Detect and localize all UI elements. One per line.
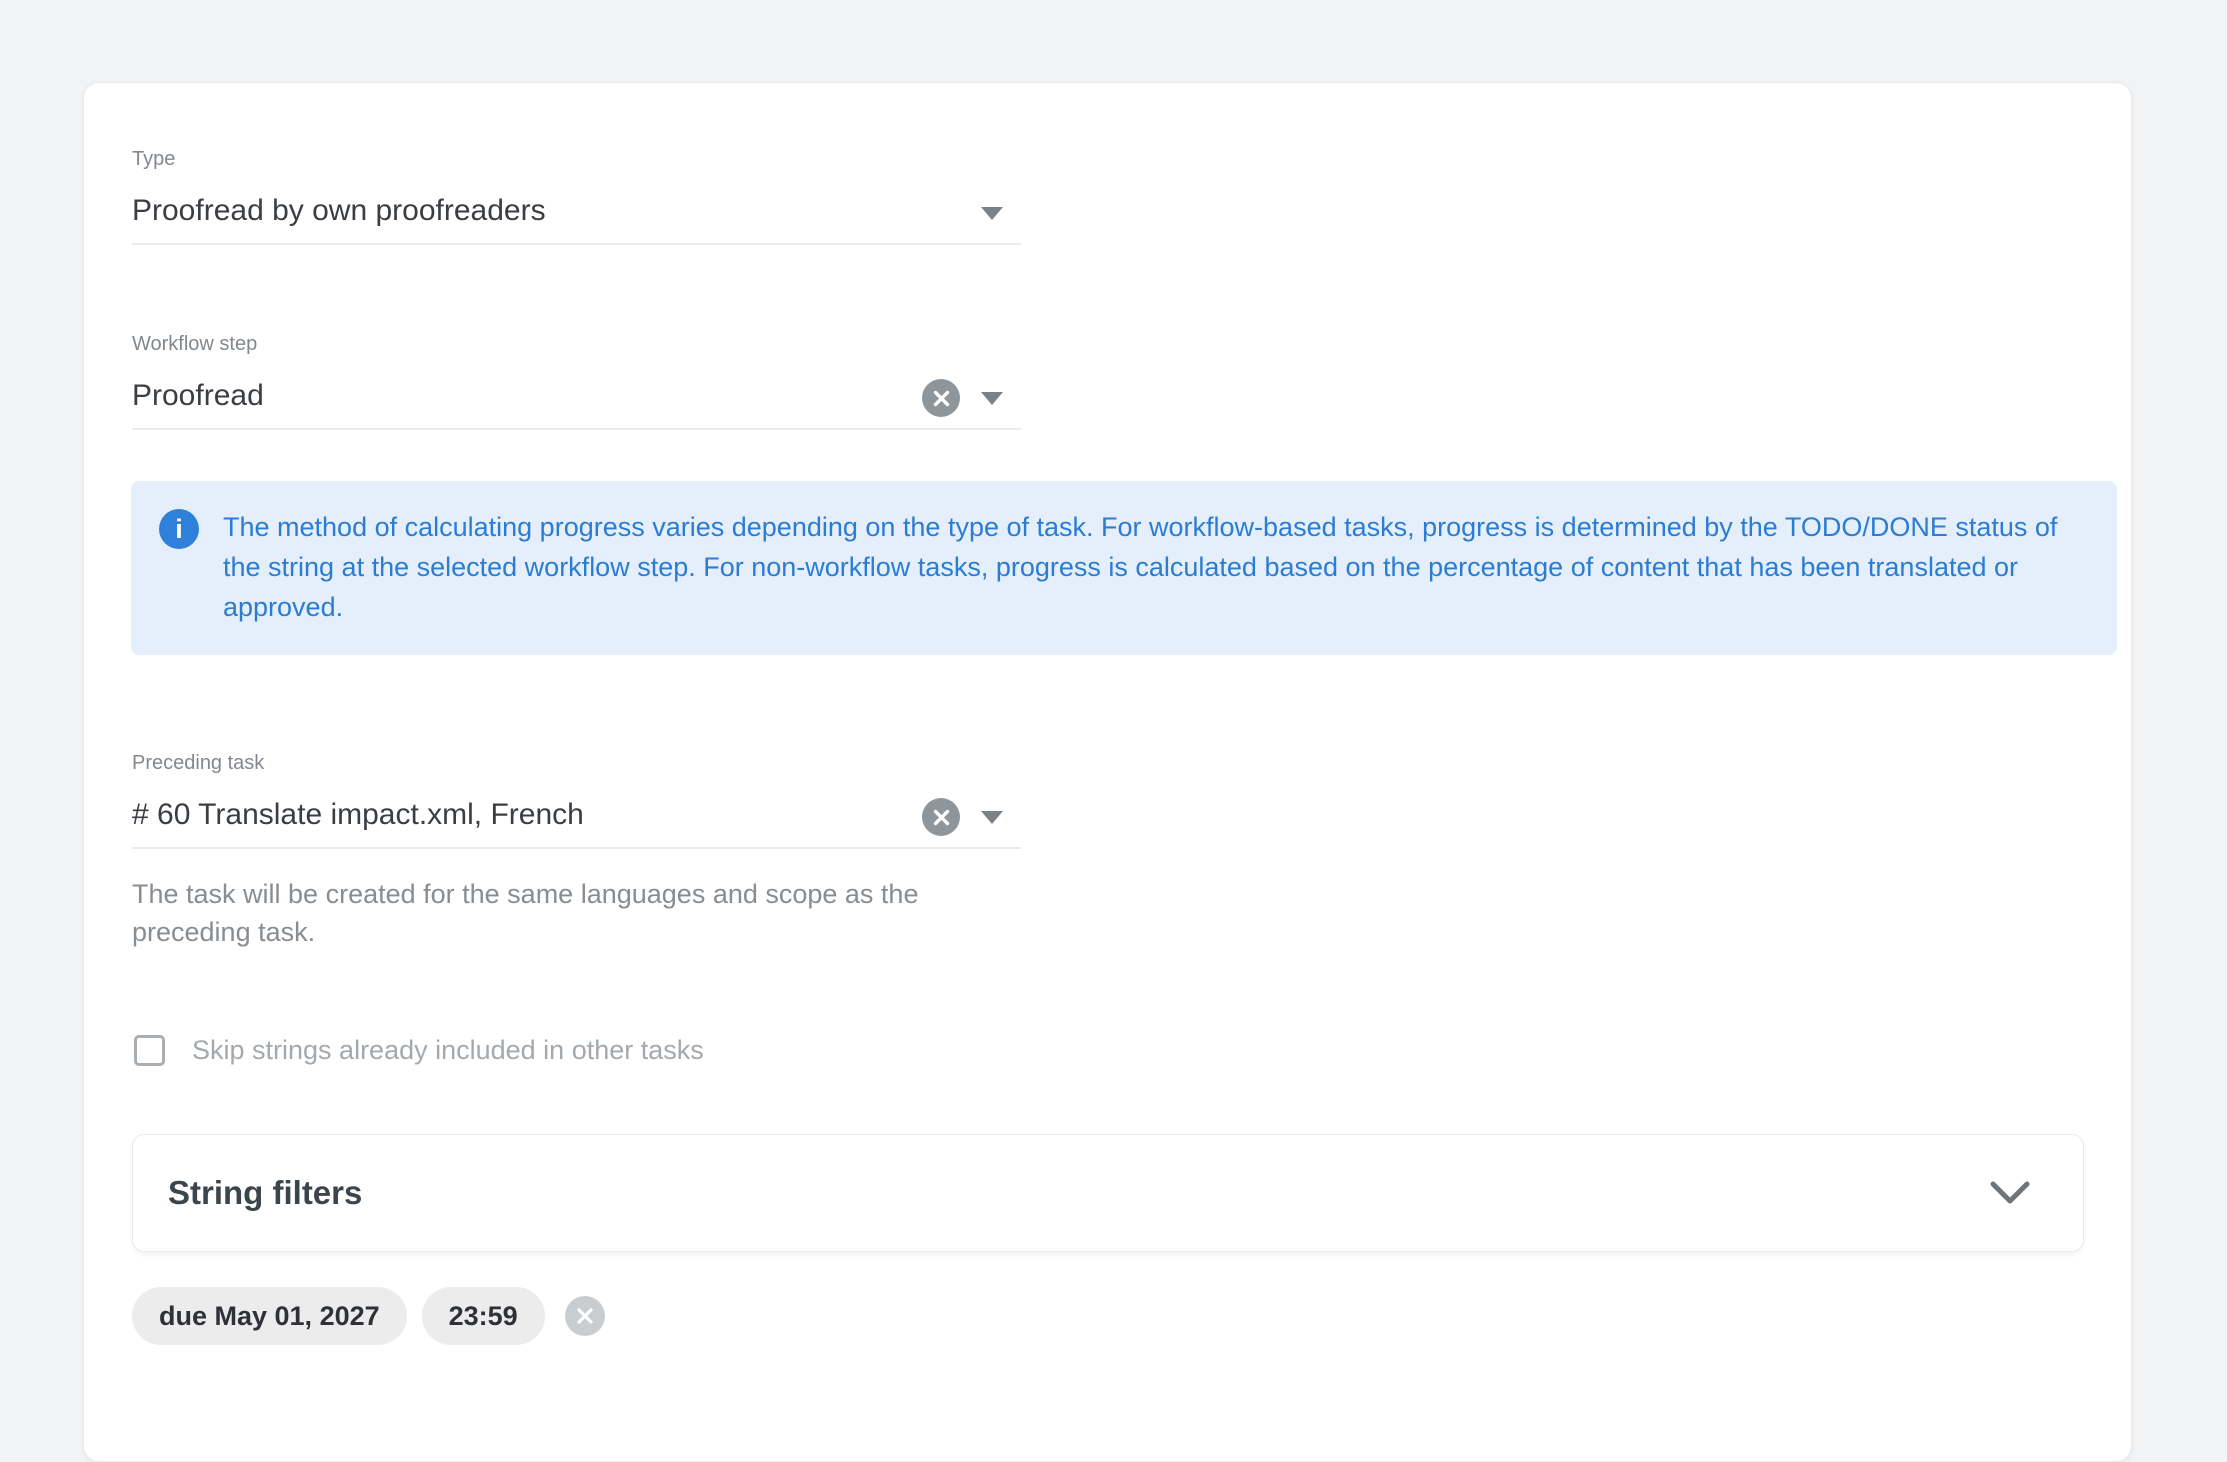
preceding-task-select[interactable]: # 60 Translate impact.xml, French	[132, 795, 1021, 849]
type-field: Type Proofread by own proofreaders	[132, 147, 1021, 245]
clear-icon	[933, 809, 950, 826]
workflow-step-field: Workflow step Proofread	[132, 332, 1021, 430]
skip-strings-checkbox-label: Skip strings already included in other t…	[192, 1035, 704, 1066]
string-filters-title: String filters	[168, 1174, 362, 1212]
remove-due-date-button[interactable]	[565, 1296, 605, 1336]
workflow-step-clear-button[interactable]	[922, 379, 960, 417]
type-select-value: Proofread by own proofreaders	[132, 191, 546, 231]
preceding-task-select-value: # 60 Translate impact.xml, French	[132, 795, 584, 835]
due-date-chip[interactable]: due May 01, 2027	[132, 1287, 407, 1345]
progress-info-alert: i The method of calculating progress var…	[131, 481, 2117, 655]
info-icon: i	[159, 509, 199, 549]
workflow-step-select-value: Proofread	[132, 376, 264, 416]
due-date-chips-row: due May 01, 2027 23:59	[132, 1287, 605, 1345]
preceding-task-field: Preceding task # 60 Translate impact.xml…	[132, 751, 1021, 951]
task-form-card: Type Proofread by own proofreaders Workf…	[83, 82, 2132, 1462]
caret-down-icon[interactable]	[981, 207, 1003, 220]
type-select[interactable]: Proofread by own proofreaders	[132, 191, 1021, 245]
workflow-step-field-label: Workflow step	[132, 332, 1021, 356]
preceding-task-field-label: Preceding task	[132, 751, 1021, 775]
progress-info-alert-text: The method of calculating progress varie…	[223, 507, 2077, 627]
skip-strings-checkbox[interactable]	[134, 1035, 165, 1066]
chevron-down-icon[interactable]	[1989, 1180, 2031, 1206]
string-filters-panel[interactable]: String filters	[132, 1134, 2084, 1252]
caret-down-icon[interactable]	[981, 811, 1003, 824]
close-icon	[576, 1307, 594, 1325]
preceding-task-helper-text: The task will be created for the same la…	[132, 875, 1012, 951]
clear-icon	[933, 390, 950, 407]
caret-down-icon[interactable]	[981, 392, 1003, 405]
preceding-task-clear-button[interactable]	[922, 798, 960, 836]
type-field-label: Type	[132, 147, 1021, 171]
due-time-chip[interactable]: 23:59	[422, 1287, 545, 1345]
workflow-step-select[interactable]: Proofread	[132, 376, 1021, 430]
skip-strings-checkbox-row[interactable]: Skip strings already included in other t…	[134, 1035, 704, 1066]
